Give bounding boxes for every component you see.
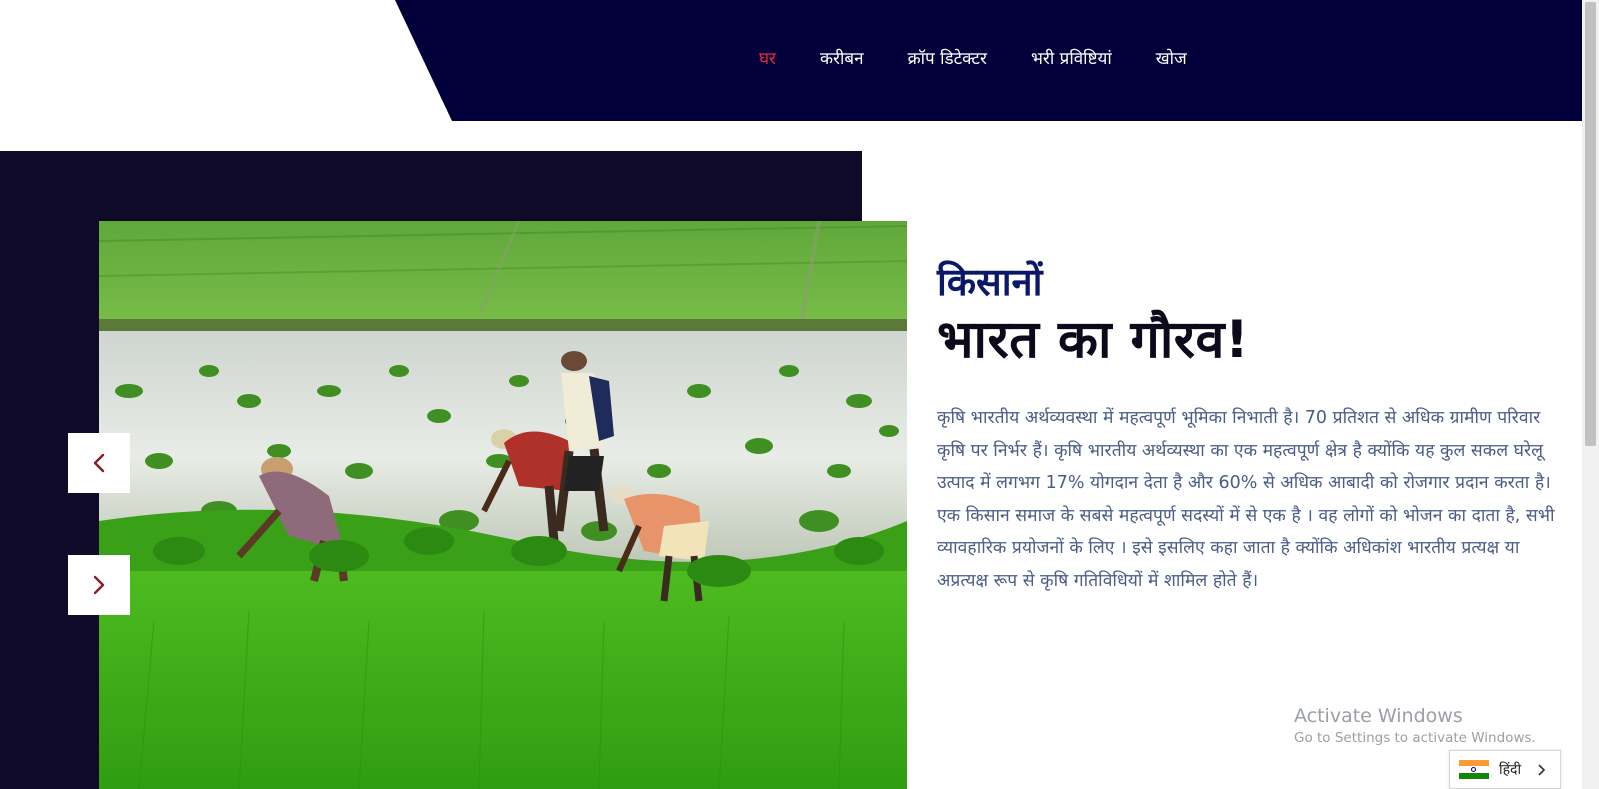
slider-prev-button[interactable] [68,433,130,493]
language-label: हिंदी [1499,762,1522,778]
hero-subtitle: किसानों [937,260,1043,304]
nav-item-nearby[interactable]: करीबन [820,46,864,69]
scrollbar-thumb[interactable] [1585,2,1596,446]
nav-item-filled-entries[interactable]: भरी प्रविष्टियां [1031,46,1112,69]
hero-description: कृषि भारतीय अर्थव्यवस्था में महत्वपूर्ण … [937,408,1555,591]
slider-next-button[interactable] [68,555,130,615]
hero-image [99,221,907,789]
hero-title: भारत का गौरव! [937,310,1250,370]
chevron-right-icon [93,575,105,595]
chevron-right-icon [1538,763,1546,776]
watermark-title: Activate Windows [1294,705,1463,727]
language-selector[interactable]: हिंदी [1449,750,1561,789]
activate-windows-watermark: Activate Windows Go to Settings to activ… [1294,705,1536,746]
chevron-left-icon [93,453,105,473]
rice-field-farmers-photo [99,221,907,789]
nav-item-crop-detector[interactable]: क्रॉप डिटेक्टर [908,46,987,69]
nav-item-home[interactable]: घर [759,46,776,69]
nav-item-search[interactable]: खोज [1156,46,1187,69]
watermark-subtitle: Go to Settings to activate Windows. [1294,730,1536,746]
main-nav: घर करीबन क्रॉप डिटेक्टर भरी प्रविष्टियां… [759,46,1231,69]
page-scrollbar[interactable] [1582,0,1599,789]
india-flag-icon [1459,760,1489,779]
